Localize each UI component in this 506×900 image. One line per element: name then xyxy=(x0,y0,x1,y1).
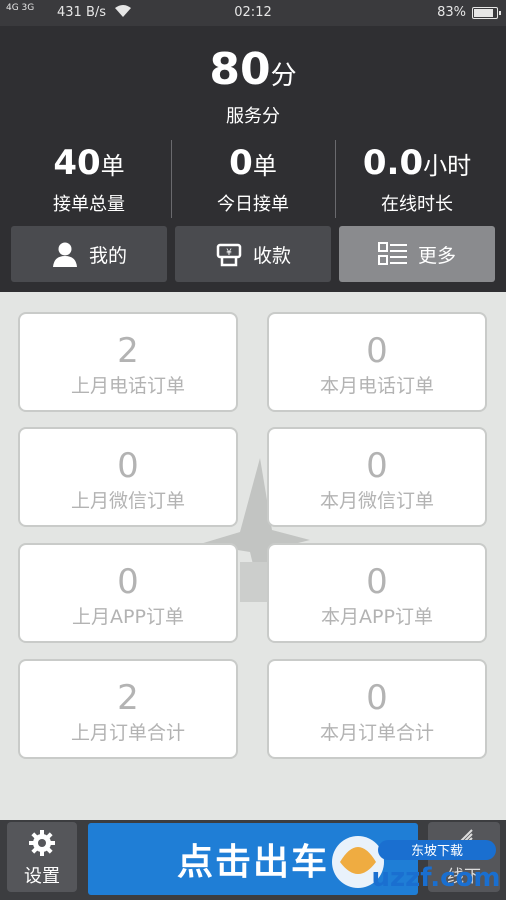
card-label: 本月微信订单 xyxy=(319,490,434,512)
stat-value: 40 xyxy=(53,143,101,183)
my-button-label: 我的 xyxy=(88,244,127,267)
stats-row: 40单 接单总量 0单 今日接单 0.0小时 在线时长 xyxy=(0,138,506,220)
action-buttons: 我的 ¥ 收款 更多 xyxy=(0,226,506,282)
clock: 02:12 xyxy=(234,5,272,20)
card-value: 0 xyxy=(366,446,388,486)
more-button[interactable]: 更多 xyxy=(339,226,495,282)
card-last-month-app[interactable]: 0 上月APP订单 xyxy=(18,543,238,643)
list-icon xyxy=(377,241,408,267)
gear-icon xyxy=(28,829,56,861)
more-button-label: 更多 xyxy=(417,244,456,267)
card-value: 2 xyxy=(117,331,139,371)
service-score-value: 80 xyxy=(209,44,271,95)
card-value: 0 xyxy=(366,331,388,371)
card-label: 上月微信订单 xyxy=(70,490,185,512)
stat-unit: 单 xyxy=(252,152,277,180)
card-value: 0 xyxy=(117,562,139,602)
service-score: 80分 xyxy=(0,44,506,95)
card-this-month-phone[interactable]: 0 本月电话订单 xyxy=(267,312,487,412)
stat-label: 今日接单 xyxy=(217,194,289,215)
card-this-month-app[interactable]: 0 本月APP订单 xyxy=(267,543,487,643)
stat-online-hours: 0.0小时 在线时长 xyxy=(333,138,501,219)
uzzf-watermark-logo: 东坡下载 uzzf.com xyxy=(318,824,504,900)
payment-button[interactable]: ¥ 收款 xyxy=(175,226,331,282)
card-this-month-wechat[interactable]: 0 本月微信订单 xyxy=(267,427,487,527)
settings-button[interactable]: 设置 xyxy=(7,822,77,892)
stat-label: 在线时长 xyxy=(381,194,453,215)
card-this-month-total[interactable]: 0 本月订单合计 xyxy=(267,659,487,759)
stat-total-orders: 40单 接单总量 xyxy=(5,138,173,219)
stat-value: 0 xyxy=(229,143,253,183)
status-bar: 4G 3G 431 B/s 02:12 83% xyxy=(0,0,506,26)
card-last-month-total[interactable]: 2 上月订单合计 xyxy=(18,659,238,759)
svg-text:¥: ¥ xyxy=(226,248,232,258)
card-label: 本月订单合计 xyxy=(319,722,434,744)
card-label: 本月电话订单 xyxy=(319,375,434,397)
card-label: 上月APP订单 xyxy=(72,606,184,628)
card-value: 0 xyxy=(366,678,388,718)
card-last-month-wechat[interactable]: 0 上月微信订单 xyxy=(18,427,238,527)
person-icon xyxy=(51,241,79,267)
stat-unit: 小时 xyxy=(423,152,472,180)
card-value: 0 xyxy=(366,562,388,602)
order-stats-grid: 2 上月电话订单 0 本月电话订单 0 上月微信订单 0 本月微信订单 0 上月… xyxy=(0,292,506,820)
battery-percent: 83% xyxy=(437,5,466,20)
payment-icon: ¥ xyxy=(215,241,243,267)
stat-value: 0.0 xyxy=(362,143,424,183)
card-label: 上月订单合计 xyxy=(70,722,185,744)
battery-icon xyxy=(472,7,501,19)
my-button[interactable]: 我的 xyxy=(11,226,167,282)
settings-label: 设置 xyxy=(24,866,60,887)
service-score-unit: 分 xyxy=(270,61,297,91)
stat-today-orders: 0单 今日接单 xyxy=(169,138,337,219)
payment-button-label: 收款 xyxy=(252,244,291,267)
service-score-label: 服务分 xyxy=(226,106,280,127)
stat-unit: 单 xyxy=(100,152,125,180)
card-last-month-phone[interactable]: 2 上月电话订单 xyxy=(18,312,238,412)
dashboard-header: 80分 服务分 40单 接单总量 0单 今日接单 0.0小时 在线时长 我的 ¥ xyxy=(0,26,506,292)
stat-label: 接单总量 xyxy=(53,194,125,215)
card-label: 上月电话订单 xyxy=(70,375,185,397)
card-value: 0 xyxy=(117,446,139,486)
go-online-label: 点击出车 xyxy=(176,842,329,883)
logo-text: uzzf.com xyxy=(372,863,501,893)
card-value: 2 xyxy=(117,678,139,718)
card-label: 本月APP订单 xyxy=(321,606,433,628)
logo-subtext: 东坡下载 xyxy=(411,844,463,859)
